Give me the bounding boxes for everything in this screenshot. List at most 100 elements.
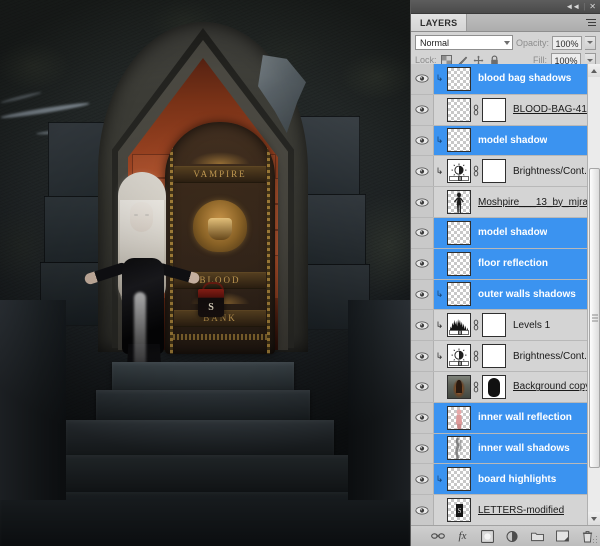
layer-thumbnail[interactable] [447, 159, 471, 184]
eye-icon[interactable] [415, 413, 429, 422]
panel-menu-icon[interactable] [584, 17, 596, 27]
layer-row[interactable]: BLOOD-BAG-4120638... [411, 94, 600, 126]
layer-row[interactable]: Moshpire___13_by_mjranum_s... [411, 187, 600, 218]
eye-icon[interactable] [415, 444, 429, 453]
layer-mask-thumbnail[interactable] [482, 344, 506, 369]
collapse-panel-icon[interactable]: ◄◄ [565, 2, 580, 11]
layer-visibility-toggle[interactable] [411, 371, 434, 402]
eye-icon[interactable] [415, 259, 429, 268]
layer-row[interactable]: ↳ board highlights [411, 464, 600, 496]
layer-thumbnail[interactable] [447, 251, 471, 276]
layer-list-scrollbar[interactable] [587, 64, 600, 525]
blend-mode-select[interactable]: Normal [415, 35, 513, 50]
layer-thumbnail[interactable] [447, 282, 471, 307]
layer-visibility-toggle[interactable] [411, 125, 434, 156]
layer-row[interactable]: ↳ Levels 1 [411, 310, 600, 342]
layer-visibility-toggle[interactable] [411, 464, 434, 495]
eye-icon[interactable] [415, 105, 429, 114]
layer-name[interactable]: Brightness/Cont... [513, 351, 592, 362]
layer-row[interactable]: floor reflection [411, 248, 600, 280]
layer-thumbnail[interactable] [447, 220, 471, 245]
layer-name[interactable]: Brightness/Cont... [513, 166, 592, 177]
layer-visibility-toggle[interactable] [411, 433, 434, 464]
link-icon[interactable] [472, 165, 480, 177]
opacity-input[interactable]: 100% [552, 35, 582, 50]
eye-icon[interactable] [415, 475, 429, 484]
eye-icon[interactable] [415, 382, 429, 391]
layer-row[interactable]: inner wall reflection [411, 402, 600, 434]
layer-row[interactable]: ↳ model shadow [411, 125, 600, 157]
link-icon[interactable] [472, 381, 480, 393]
add-layer-mask-icon[interactable] [481, 529, 495, 543]
layer-row[interactable]: S LETTERS-modified [411, 495, 600, 525]
eye-icon[interactable] [415, 506, 429, 515]
close-icon[interactable]: ✕ [589, 2, 596, 11]
layer-thumbnail[interactable] [447, 467, 471, 492]
eye-icon[interactable] [415, 290, 429, 299]
layer-row[interactable]: model shadow [411, 217, 600, 249]
layer-style-fx-icon[interactable]: fx [456, 529, 470, 543]
layer-visibility-toggle[interactable] [411, 64, 434, 94]
link-icon[interactable] [472, 319, 480, 331]
layer-name[interactable]: Background copy [513, 381, 590, 392]
layer-visibility-toggle[interactable] [411, 248, 434, 279]
new-group-icon[interactable] [531, 529, 545, 543]
layer-name[interactable]: inner wall shadows [478, 443, 570, 454]
layer-row[interactable]: ↳ blood bag shadows [411, 64, 600, 95]
eye-icon[interactable] [415, 198, 429, 207]
layer-mask-thumbnail[interactable] [482, 374, 506, 399]
layer-name[interactable]: LETTERS-modified [478, 505, 564, 516]
new-adjustment-layer-icon[interactable] [506, 529, 520, 543]
layer-visibility-toggle[interactable] [411, 217, 434, 248]
layer-thumbnail[interactable] [447, 436, 471, 461]
layer-row[interactable]: Background copy [411, 371, 600, 403]
layer-visibility-toggle[interactable] [411, 187, 434, 217]
layer-thumbnail[interactable] [447, 405, 471, 430]
link-layers-icon[interactable] [430, 529, 445, 543]
panel-resize-grip[interactable] [590, 536, 598, 544]
layer-row[interactable]: inner wall shadows [411, 433, 600, 465]
layer-thumbnail[interactable] [447, 97, 471, 122]
scrollbar-thumb[interactable] [589, 168, 600, 468]
tab-layers[interactable]: LAYERS [411, 14, 468, 31]
layer-thumbnail[interactable] [447, 344, 471, 369]
layer-thumbnail[interactable] [447, 190, 471, 215]
layer-name[interactable]: board highlights [478, 474, 556, 485]
layer-thumbnail[interactable] [447, 66, 471, 91]
layer-visibility-toggle[interactable] [411, 495, 434, 525]
eye-icon[interactable] [415, 321, 429, 330]
layer-thumbnail[interactable] [447, 374, 471, 399]
scroll-down-button[interactable] [588, 512, 600, 525]
layer-visibility-toggle[interactable] [411, 402, 434, 433]
image-canvas[interactable]: VAMPIRE BLOOD BANK S [0, 0, 410, 546]
layer-visibility-toggle[interactable] [411, 156, 434, 187]
layer-name[interactable]: Levels 1 [513, 320, 550, 331]
layer-name[interactable]: inner wall reflection [478, 412, 572, 423]
layer-name[interactable]: model shadow [478, 227, 547, 238]
eye-icon[interactable] [415, 228, 429, 237]
layer-name[interactable]: model shadow [478, 135, 547, 146]
link-icon[interactable] [472, 104, 480, 116]
layer-row[interactable]: ↳ Brightness/Cont... [411, 341, 600, 372]
layer-name[interactable]: outer walls shadows [478, 289, 576, 300]
layer-row[interactable]: ↳ outer walls shadows [411, 279, 600, 311]
eye-icon[interactable] [415, 167, 429, 176]
opacity-stepper[interactable] [585, 35, 596, 50]
layer-name[interactable]: blood bag shadows [478, 73, 571, 84]
new-layer-icon[interactable] [556, 529, 570, 543]
layer-name[interactable]: floor reflection [478, 258, 548, 269]
eye-icon[interactable] [415, 136, 429, 145]
layer-thumbnail[interactable] [447, 313, 471, 338]
layer-mask-thumbnail[interactable] [482, 313, 506, 338]
layer-visibility-toggle[interactable] [411, 341, 434, 371]
link-icon[interactable] [472, 350, 480, 362]
layer-thumbnail[interactable] [447, 128, 471, 153]
layer-thumbnail[interactable]: S [447, 498, 471, 523]
layer-name[interactable]: Moshpire___13_by_mjranum_s... [478, 197, 600, 208]
eye-icon[interactable] [415, 74, 429, 83]
layer-visibility-toggle[interactable] [411, 279, 434, 310]
layer-visibility-toggle[interactable] [411, 310, 434, 341]
layer-visibility-toggle[interactable] [411, 94, 434, 125]
scroll-up-button[interactable] [588, 64, 600, 77]
layer-list[interactable]: ↳ blood bag shadows BLOOD-BAG-4120638... ↳ m… [411, 64, 600, 525]
